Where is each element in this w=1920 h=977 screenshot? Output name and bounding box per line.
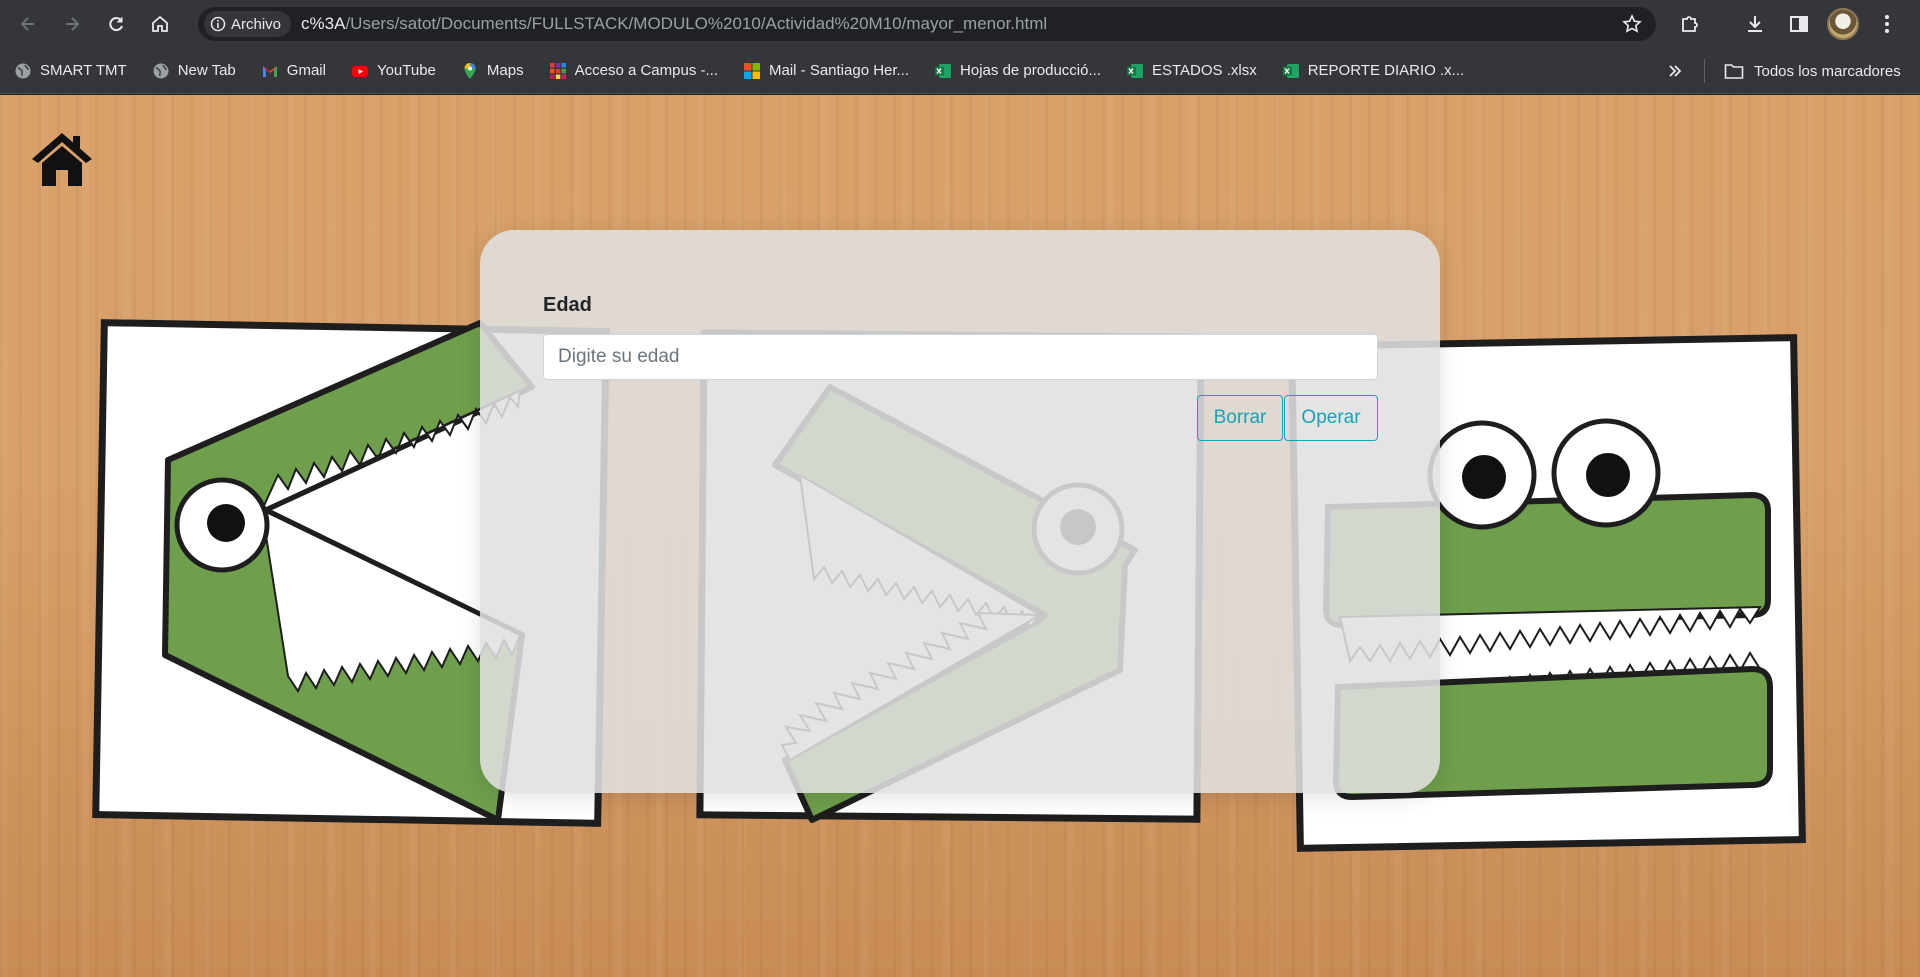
bookmark-star-icon[interactable] [1622,14,1642,34]
bookmark-label: REPORTE DIARIO .x... [1307,62,1465,79]
grid-icon [549,62,566,79]
bookmark-label: Mail - Santiago Her... [768,62,910,79]
bookmark-label: ESTADOS .xlsx [1151,62,1257,79]
url-host: c%3A [301,14,346,33]
home-outline-icon [152,15,168,32]
bookmark-label: Gmail [286,62,326,79]
reload-icon [109,17,123,32]
bookmark-reporte-diario[interactable]: REPORTE DIARIO .x... [1282,56,1464,86]
address-bar[interactable]: Archivo c%3A/Users/satot/Documents/FULLS… [198,7,1656,41]
bookmark-label: YouTube [376,62,436,79]
bookmarks-bar: SMART TMT New Tab Gmail YouTube Maps Acc… [0,48,1920,94]
age-input[interactable] [543,334,1378,380]
all-bookmarks-label: Todos los marcadores [1754,62,1901,80]
bookmark-label: SMART TMT [40,62,127,79]
menu-button[interactable] [1865,4,1909,44]
extensions-button[interactable] [1668,4,1712,44]
home-icon[interactable] [30,131,94,187]
maps-icon [464,62,476,79]
all-bookmarks-folder[interactable]: Todos los marcadores [1724,56,1901,86]
bookmark-estados[interactable]: ESTADOS .xlsx [1126,56,1257,86]
site-chip-label: Archivo [231,15,282,33]
reload-button[interactable] [96,4,136,44]
bookmark-new-tab[interactable]: New Tab [152,56,236,86]
excel-icon [1282,63,1299,78]
puzzle-icon [1682,16,1698,32]
bookmark-label: Acceso a Campus -... [574,62,718,79]
excel-icon [935,63,952,78]
clear-button[interactable]: Borrar [1197,395,1283,441]
bookmark-gmail[interactable]: Gmail [261,56,326,86]
bookmark-mail-santiago[interactable]: Mail - Santiago Her... [743,56,909,86]
url-text[interactable]: c%3A/Users/satot/Documents/FULLSTACK/MOD… [301,14,1047,34]
avatar [1827,8,1859,40]
url-path: /Users/satot/Documents/FULLSTACK/MODULO%… [345,14,1048,33]
double-chevron-right-icon [1669,65,1682,77]
bookmark-label: Maps [486,62,524,79]
home-button[interactable] [140,4,180,44]
gmail-icon [262,65,277,77]
arrow-right-icon [66,17,80,31]
forward-button[interactable] [52,4,92,44]
bookmarks-divider [1704,59,1705,83]
excel-icon [1126,63,1143,78]
side-panel-button[interactable] [1777,4,1821,44]
globe-icon [15,63,31,78]
bookmark-youtube[interactable]: YouTube [351,56,436,86]
page-viewport: Edad Borrar Operar [0,95,1920,977]
back-button[interactable] [8,4,48,44]
bookmark-label: New Tab [177,62,236,79]
microsoft-icon [743,62,760,79]
download-icon [1748,16,1762,32]
globe-icon [153,63,169,78]
youtube-icon [351,65,368,77]
info-icon [210,16,226,32]
operate-button[interactable]: Operar [1284,395,1378,441]
bookmark-hojas-produccion[interactable]: Hojas de producció... [934,56,1101,86]
bookmarks-overflow-button[interactable] [1660,56,1690,86]
bookmark-label: Hojas de producció... [960,62,1101,79]
kebab-menu-icon [1885,15,1889,33]
bookmark-smart-tmt[interactable]: SMART TMT [14,56,127,86]
side-panel-icon [1790,16,1808,32]
profile-button[interactable] [1821,4,1865,44]
arrow-left-icon [20,17,34,31]
browser-toolbar: Archivo c%3A/Users/satot/Documents/FULLS… [0,0,1920,48]
bookmark-acceso-campus[interactable]: Acceso a Campus -... [549,56,718,86]
form-card: Edad Borrar Operar [480,230,1440,793]
bookmark-maps[interactable]: Maps [461,56,524,86]
site-info-chip[interactable]: Archivo [204,11,292,37]
folder-icon [1724,64,1744,79]
age-label: Edad [543,294,592,316]
downloads-button[interactable] [1733,4,1777,44]
